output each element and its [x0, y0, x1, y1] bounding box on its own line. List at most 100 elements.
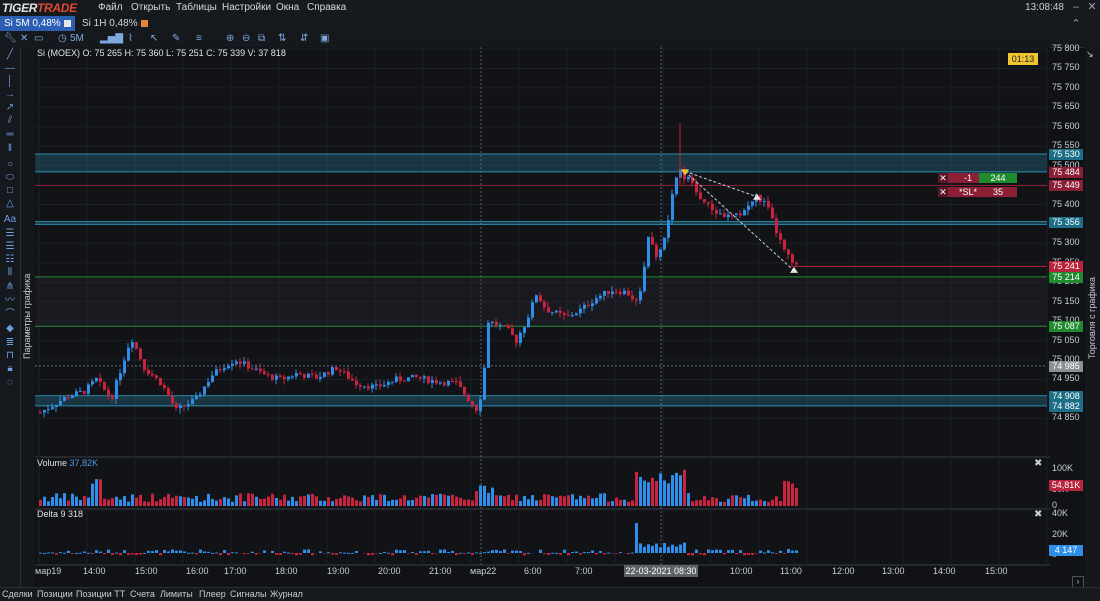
- menu-file[interactable]: Файл: [98, 2, 123, 13]
- hline-tool-icon[interactable]: —: [3, 63, 17, 75]
- price-label: 75 241: [1049, 261, 1083, 272]
- vlines-tool-icon[interactable]: ‖: [3, 143, 17, 155]
- triangle-tool-icon[interactable]: △: [3, 198, 17, 210]
- candle-body: [267, 374, 270, 375]
- fit-icon[interactable]: ⧉: [258, 32, 265, 46]
- chart-trading-panel[interactable]: ↘ Торговля с графика: [1085, 47, 1100, 587]
- delta-bar: [395, 550, 398, 553]
- candle-body: [207, 382, 210, 386]
- arrow-tool-icon[interactable]: ↗: [3, 102, 17, 114]
- channel-tool-icon[interactable]: ⫽: [3, 115, 17, 127]
- notes-tool-icon[interactable]: ≣: [3, 337, 17, 349]
- close-window-icon[interactable]: ✕: [1086, 1, 1098, 13]
- vline-tool-icon[interactable]: │: [3, 76, 17, 88]
- collapse-icon[interactable]: ↘: [1086, 49, 1094, 60]
- tab-close-icon[interactable]: [64, 20, 71, 27]
- stop-loss-row[interactable]: ✕ *SL* 35: [938, 187, 1018, 197]
- ellipse-tool-icon[interactable]: ⬭: [3, 172, 17, 184]
- rect-tool-icon[interactable]: □: [3, 185, 17, 197]
- close-chart-icon[interactable]: ✕: [20, 32, 28, 46]
- line-tool-icon[interactable]: ╱: [3, 49, 17, 61]
- levels-tool-icon[interactable]: ☷: [3, 254, 17, 266]
- menu-windows[interactable]: Окна: [276, 2, 299, 13]
- price-chart[interactable]: [35, 47, 1050, 577]
- tab-positions-tt[interactable]: Позиции ТТ: [76, 588, 125, 600]
- scale-icon[interactable]: ⇅: [278, 32, 286, 46]
- clock: 13:08:48: [1025, 2, 1064, 13]
- minimize-icon[interactable]: –: [1070, 1, 1082, 13]
- circle-tool-icon[interactable]: ○: [3, 159, 17, 171]
- cancel-order-icon[interactable]: ✕: [938, 173, 948, 183]
- delta-bar: [347, 553, 350, 554]
- tab-si-1h[interactable]: Si 1H 0,48%: [78, 16, 152, 31]
- volume-bar: [147, 502, 150, 506]
- cancel-sl-icon[interactable]: ✕: [938, 187, 948, 197]
- volume-bar: [399, 498, 402, 506]
- volume-bar: [231, 502, 234, 506]
- pitchfork-tool-icon[interactable]: ⋔: [3, 281, 17, 293]
- delta-bar: [735, 553, 738, 554]
- delta-bar: [307, 549, 310, 553]
- brush-icon[interactable]: ✎: [172, 32, 180, 46]
- ray-tool-icon[interactable]: →: [3, 89, 17, 101]
- indicator-icon[interactable]: ⌇: [128, 32, 133, 46]
- volume-bar: [543, 494, 546, 506]
- chevron-up-icon[interactable]: ⌃: [1070, 18, 1082, 30]
- cursor-icon[interactable]: ↖: [150, 32, 158, 46]
- magnet-tool-icon[interactable]: ⊓: [3, 350, 17, 362]
- x-tick-label: мар19: [35, 566, 61, 576]
- timeframe-select[interactable]: 5M: [70, 32, 84, 46]
- chart-type-icon[interactable]: ▂▅▇: [100, 32, 123, 46]
- arc-tool-icon[interactable]: ⌒: [3, 309, 17, 321]
- marker-tool-icon[interactable]: ◆: [3, 323, 17, 335]
- y-tick-label: 75 650: [1052, 101, 1080, 111]
- tab-journal[interactable]: Журнал: [270, 588, 303, 600]
- fib-tool-icon[interactable]: ☰: [3, 241, 17, 253]
- delta-bar: [779, 551, 782, 553]
- hlines-tool-icon[interactable]: ═: [3, 129, 17, 141]
- volume-bar: [471, 500, 474, 506]
- close-delta-icon[interactable]: ✖: [1034, 509, 1042, 520]
- tab-si-5m[interactable]: Si 5M 0,48%: [0, 16, 75, 31]
- tab-trades[interactable]: Сделки: [2, 588, 33, 600]
- volume-bar: [239, 493, 242, 506]
- wrench-icon[interactable]: 🔧︎: [4, 32, 17, 46]
- close-volume-icon[interactable]: ✖: [1034, 458, 1042, 469]
- sort-icon[interactable]: ⇵: [300, 32, 308, 46]
- candle-body: [399, 377, 402, 381]
- delta-bar: [491, 550, 494, 553]
- delta-bar: [131, 553, 134, 555]
- tab-positions[interactable]: Позиции: [37, 588, 73, 600]
- volume-bar: [263, 498, 266, 506]
- ruler-icon[interactable]: ≡: [196, 32, 202, 46]
- delta-bar: [715, 550, 718, 553]
- tab-signals[interactable]: Сигналы: [230, 588, 267, 600]
- delta-bar: [263, 550, 266, 553]
- chart-params-panel[interactable]: Параметры графика: [21, 47, 34, 587]
- order-row[interactable]: ✕ -1 244: [938, 173, 1018, 183]
- instrument-icon[interactable]: ▭: [34, 32, 43, 46]
- zigzag-tool-icon[interactable]: 〰: [3, 295, 17, 307]
- menu-tables[interactable]: Таблицы: [176, 2, 217, 13]
- zoom-in-icon[interactable]: ⊕: [226, 32, 234, 46]
- menu-open[interactable]: Открыть: [131, 2, 170, 13]
- menu-settings[interactable]: Настройки: [222, 2, 271, 13]
- candle-body: [515, 335, 518, 343]
- menu-help[interactable]: Справка: [307, 2, 346, 13]
- zoom-out-icon[interactable]: ⊖: [242, 32, 250, 46]
- hide-drawings-icon[interactable]: ◌: [3, 377, 17, 389]
- clock-icon[interactable]: ◷: [58, 32, 67, 46]
- volume-bar: [167, 494, 170, 506]
- volume-bar: [779, 501, 782, 506]
- volume-bar: [795, 488, 798, 506]
- tab-accounts[interactable]: Счета: [130, 588, 155, 600]
- bars-tool-icon[interactable]: ⦀: [3, 267, 17, 279]
- price-label: 74 882: [1049, 401, 1083, 412]
- lock-icon[interactable]: 🔒︎: [3, 363, 17, 375]
- list-tool-icon[interactable]: ☰: [3, 228, 17, 240]
- candle-body: [535, 295, 538, 302]
- text-tool-icon[interactable]: Aa: [3, 214, 17, 226]
- screenshot-icon[interactable]: ▣: [320, 32, 329, 46]
- tab-player[interactable]: Плеер: [199, 588, 226, 600]
- tab-limits[interactable]: Лимиты: [160, 588, 193, 600]
